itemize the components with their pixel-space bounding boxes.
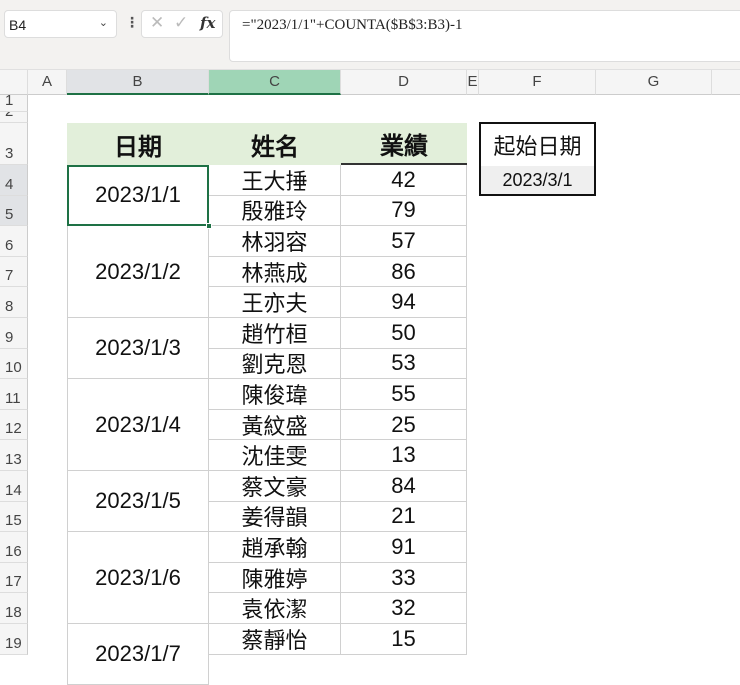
row-header-6[interactable]: 6	[0, 226, 28, 257]
column-header-D[interactable]: D	[341, 70, 467, 95]
name-cell[interactable]: 沈佳雯	[209, 440, 341, 471]
row-header-16[interactable]: 16	[0, 532, 28, 563]
score-cell[interactable]: 33	[341, 562, 467, 594]
score-cell[interactable]: 15	[341, 624, 467, 655]
start-date-label[interactable]: 起始日期	[481, 124, 594, 166]
column-header-C[interactable]: C	[209, 70, 341, 95]
row-header-4[interactable]: 4	[0, 165, 28, 196]
formula-buttons: ✕ ✓ fx	[141, 10, 223, 38]
start-date-value[interactable]: 2023/3/1	[481, 166, 594, 194]
start-date-box: 起始日期 2023/3/1	[479, 122, 596, 196]
row-header-19[interactable]: 19	[0, 624, 28, 655]
name-cell[interactable]: 劉克恩	[209, 348, 341, 380]
confirm-icon[interactable]: ✓	[174, 13, 188, 33]
column-header-A[interactable]: A	[28, 70, 67, 95]
chevron-down-icon[interactable]: ⌄	[99, 16, 108, 29]
name-cell[interactable]: 蔡靜怡	[209, 624, 341, 655]
row-header-5[interactable]: 5	[0, 195, 28, 227]
row-header-11[interactable]: 11	[0, 379, 28, 410]
name-cell[interactable]: 王大捶	[209, 165, 341, 196]
date-cell[interactable]: 2023/1/1	[67, 165, 209, 227]
score-cell[interactable]: 84	[341, 471, 467, 502]
row-header-18[interactable]: 18	[0, 593, 28, 624]
row-header-13[interactable]: 13	[0, 440, 28, 471]
row-header-2[interactable]: 2	[0, 112, 28, 123]
date-cell[interactable]: 2023/1/6	[67, 532, 209, 624]
score-cell[interactable]: 32	[341, 593, 467, 624]
name-cell[interactable]: 陳俊瑋	[209, 379, 341, 410]
row-header-15[interactable]: 15	[0, 501, 28, 533]
name-cell[interactable]: 袁依潔	[209, 593, 341, 624]
name-cell[interactable]: 殷雅玲	[209, 195, 341, 227]
row-header-14[interactable]: 14	[0, 471, 28, 502]
row-header-3[interactable]: 3	[0, 123, 28, 165]
formula-bar-area: B4 ⌄ ⋮ ✕ ✓ fx ="2023/1/1"+COUNTA($B$3:B3)…	[0, 0, 740, 70]
score-cell[interactable]: 53	[341, 348, 467, 380]
score-cell[interactable]: 79	[341, 195, 467, 227]
row-header-7[interactable]: 7	[0, 256, 28, 288]
score-cell[interactable]: 25	[341, 409, 467, 441]
formula-input[interactable]: ="2023/1/1"+COUNTA($B$3:B3)-1	[229, 10, 740, 62]
date-cell[interactable]: 2023/1/7	[67, 624, 209, 685]
name-cell[interactable]: 趙承翰	[209, 532, 341, 563]
column-header-extra[interactable]	[712, 70, 740, 95]
column-header-E[interactable]: E	[467, 70, 479, 95]
row-header-10[interactable]: 10	[0, 348, 28, 380]
row-header-17[interactable]: 17	[0, 562, 28, 594]
score-cell[interactable]: 50	[341, 318, 467, 349]
more-icon[interactable]: ⋮	[125, 14, 139, 31]
score-cell[interactable]: 55	[341, 379, 467, 410]
score-cell[interactable]: 94	[341, 287, 467, 318]
name-cell[interactable]: 陳雅婷	[209, 562, 341, 594]
name-cell[interactable]: 趙竹桓	[209, 318, 341, 349]
name-box[interactable]: B4 ⌄	[4, 10, 117, 38]
score-cell[interactable]: 57	[341, 226, 467, 257]
date-cell[interactable]: 2023/1/5	[67, 471, 209, 533]
date-cell[interactable]: 2023/1/3	[67, 318, 209, 380]
name-cell[interactable]: 林羽容	[209, 226, 341, 257]
column-header-B[interactable]: B	[67, 70, 209, 95]
row-header-8[interactable]: 8	[0, 287, 28, 318]
date-cell[interactable]: 2023/1/2	[67, 226, 209, 318]
header-name[interactable]: 姓名	[209, 123, 341, 165]
cancel-icon[interactable]: ✕	[150, 13, 164, 33]
name-cell[interactable]: 蔡文豪	[209, 471, 341, 502]
score-cell[interactable]: 21	[341, 501, 467, 533]
row-header-12[interactable]: 12	[0, 409, 28, 441]
header-score[interactable]: 業績	[341, 123, 467, 165]
score-cell[interactable]: 13	[341, 440, 467, 471]
row-header-1[interactable]: 1	[0, 95, 28, 112]
column-header-G[interactable]: G	[596, 70, 712, 95]
column-header-F[interactable]: F	[479, 70, 596, 95]
fill-handle[interactable]	[206, 223, 212, 229]
score-cell[interactable]: 91	[341, 532, 467, 563]
insert-function-icon[interactable]: fx	[200, 14, 215, 32]
name-cell[interactable]: 黃紋盛	[209, 409, 341, 441]
row-header-9[interactable]: 9	[0, 318, 28, 349]
name-cell[interactable]: 林燕成	[209, 256, 341, 288]
score-cell[interactable]: 86	[341, 256, 467, 288]
name-cell[interactable]: 王亦夫	[209, 287, 341, 318]
name-cell[interactable]: 姜得韻	[209, 501, 341, 533]
score-cell[interactable]: 42	[341, 165, 467, 196]
name-box-value: B4	[9, 17, 27, 33]
select-all-corner[interactable]	[0, 70, 28, 95]
header-date[interactable]: 日期	[67, 123, 209, 165]
date-cell[interactable]: 2023/1/4	[67, 379, 209, 471]
